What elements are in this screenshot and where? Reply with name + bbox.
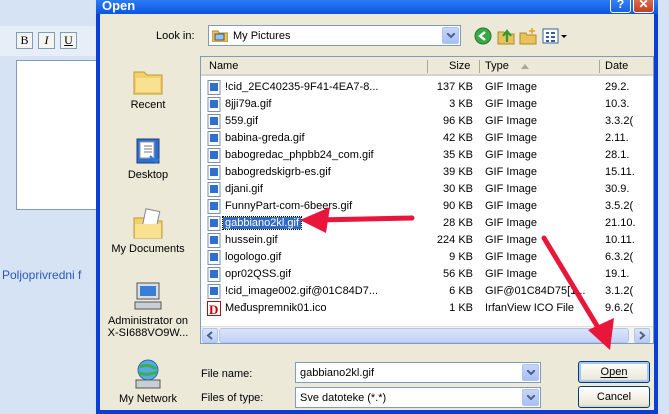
file-type-select[interactable]: Sve datoteke (*.*): [295, 387, 541, 408]
look-in-dropdown-button[interactable]: [442, 27, 459, 44]
title-bar[interactable]: Open ? ✕: [96, 0, 658, 14]
open-button[interactable]: Open: [578, 361, 650, 383]
gif-file-icon: [207, 97, 221, 112]
file-row[interactable]: hussein.gif 224 KB GIF Image 10.11.: [201, 232, 653, 249]
place-my-documents-label: My Documents: [111, 243, 185, 255]
forum-link[interactable]: Poljoprivredni f: [2, 268, 81, 282]
gif-file-icon: [207, 250, 221, 265]
gif-file-icon: [207, 182, 221, 197]
file-row[interactable]: D Međuspremnik01.ico 1 KB IrfanView ICO Fil…: [201, 300, 653, 317]
look-in-value: My Pictures: [233, 30, 291, 42]
irfanview-file-icon: D: [207, 301, 221, 316]
place-desktop-label: Desktop: [127, 169, 169, 181]
file-name-value: gabbiano2kl.gif: [300, 367, 375, 379]
column-size-header[interactable]: Size: [449, 60, 470, 72]
dialog-client: Look in: My Pictures Recent Desktop My D…: [100, 14, 654, 410]
gif-file-icon: [207, 165, 221, 180]
editor-textarea[interactable]: [16, 60, 100, 210]
place-my-computer-label-line1: Administrator on: [107, 315, 189, 327]
gif-file-icon: [207, 233, 221, 248]
gif-file-icon: [207, 284, 221, 299]
file-row[interactable]: djani.gif 30 KB GIF Image 30.9.: [201, 181, 653, 198]
file-row[interactable]: babina-greda.gif 42 KB GIF Image 2.11.: [201, 130, 653, 147]
scroll-left-button[interactable]: [202, 328, 218, 343]
look-in-label: Look in:: [156, 30, 195, 42]
file-row[interactable]: 8jji79a.gif 3 KB GIF Image 10.3.: [201, 96, 653, 113]
desktop-icon: [136, 138, 160, 164]
list-header: Name Size Type Date: [201, 57, 653, 76]
gif-file-icon: [207, 80, 221, 95]
gif-file-icon: [207, 216, 221, 231]
gif-file-icon: [207, 199, 221, 214]
italic-button[interactable]: I: [38, 32, 55, 49]
help-button[interactable]: ?: [610, 0, 631, 13]
column-type-header[interactable]: Type: [485, 60, 509, 72]
scroll-right-button[interactable]: [634, 328, 650, 343]
file-row-selected[interactable]: gabbiano2kl.gif 28 KB GIF Image 21.10.: [201, 215, 653, 232]
gif-file-icon: [207, 148, 221, 163]
chevron-right-icon: [639, 331, 646, 340]
file-name-dropdown-button[interactable]: [522, 364, 539, 381]
file-rows: !cid_2EC40235-9F41-4EA7-8... 137 KB GIF Im…: [201, 79, 653, 317]
chevron-down-icon: [447, 33, 455, 38]
back-icon[interactable]: [474, 27, 492, 45]
place-my-documents[interactable]: My Documents: [106, 204, 190, 270]
file-row[interactable]: babogredac_phpbb24_com.gif 35 KB GIF Image…: [201, 147, 653, 164]
bold-button[interactable]: B: [16, 32, 33, 49]
network-icon: [135, 359, 161, 389]
file-row[interactable]: FunnyPart-com-6beers.gif 90 KB GIF Image 3.…: [201, 198, 653, 215]
file-type-dropdown-button[interactable]: [522, 389, 539, 406]
chevron-left-icon: [206, 331, 213, 340]
up-folder-icon[interactable]: [497, 27, 515, 45]
column-date-header[interactable]: Date: [605, 60, 628, 72]
file-type-label: Files of type:: [201, 392, 264, 404]
place-recent-label: Recent: [130, 99, 166, 111]
file-row[interactable]: logologo.gif 9 KB GIF Image 6.3.2(: [201, 249, 653, 266]
gif-file-icon: [207, 267, 221, 282]
place-my-network[interactable]: My Network: [106, 354, 190, 414]
places-bar: Recent Desktop My Documents Administrato…: [106, 58, 190, 406]
file-list[interactable]: Name Size Type Date !cid_2EC40235-9F41-4…: [200, 56, 654, 344]
horizontal-scrollbar[interactable]: [201, 326, 653, 343]
open-dialog: Open ? ✕ Look in: My Pictures Recent Des…: [96, 0, 658, 414]
toolbar-separator: [82, 32, 92, 49]
gif-file-icon: [207, 131, 221, 146]
file-type-value: Sve datoteke (*.*): [300, 392, 387, 404]
place-my-computer-label-line2: X-SI688VO9W...: [107, 327, 189, 339]
column-name-header[interactable]: Name: [209, 60, 238, 72]
file-row[interactable]: opr02QSS.gif 56 KB GIF Image 19.1.: [201, 266, 653, 283]
sort-ascending-icon: [521, 64, 529, 69]
place-desktop[interactable]: Desktop: [106, 132, 190, 198]
column-divider[interactable]: [479, 60, 480, 73]
pictures-folder-icon: [212, 30, 228, 42]
place-my-computer[interactable]: Administrator on X-SI688VO9W...: [106, 276, 190, 352]
look-in-combo[interactable]: My Pictures: [208, 25, 461, 46]
place-recent[interactable]: Recent: [106, 62, 190, 128]
chevron-down-icon: [527, 395, 535, 400]
dialog-title: Open: [102, 0, 136, 13]
cancel-button[interactable]: Cancel: [578, 386, 650, 408]
file-name-label: File name:: [201, 368, 253, 380]
scroll-thumb[interactable]: [219, 328, 629, 343]
svg-text:D: D: [209, 302, 218, 316]
new-folder-icon[interactable]: [519, 27, 537, 45]
file-row[interactable]: 559.gif 96 KB GIF Image 3.3.2(: [201, 113, 653, 130]
column-divider[interactable]: [599, 60, 600, 73]
underline-button[interactable]: U: [60, 32, 77, 49]
my-documents-icon: [133, 208, 163, 239]
file-row[interactable]: !cid_image002.gif@01C84D7... 6 KB GIF@01C8…: [201, 283, 653, 300]
file-row[interactable]: !cid_2EC40235-9F41-4EA7-8... 137 KB GIF Im…: [201, 79, 653, 96]
file-row[interactable]: babogredskigrb-es.gif 39 KB GIF Image 15.11…: [201, 164, 653, 181]
place-my-network-label: My Network: [118, 393, 178, 405]
chevron-down-icon: [527, 370, 535, 375]
gif-file-icon: [207, 114, 221, 129]
recent-folder-icon: [133, 71, 163, 95]
computer-icon: [134, 282, 162, 310]
close-button[interactable]: ✕: [633, 0, 654, 13]
column-divider[interactable]: [427, 60, 428, 73]
views-menu-icon[interactable]: [542, 27, 568, 45]
file-name-input[interactable]: gabbiano2kl.gif: [295, 362, 541, 383]
